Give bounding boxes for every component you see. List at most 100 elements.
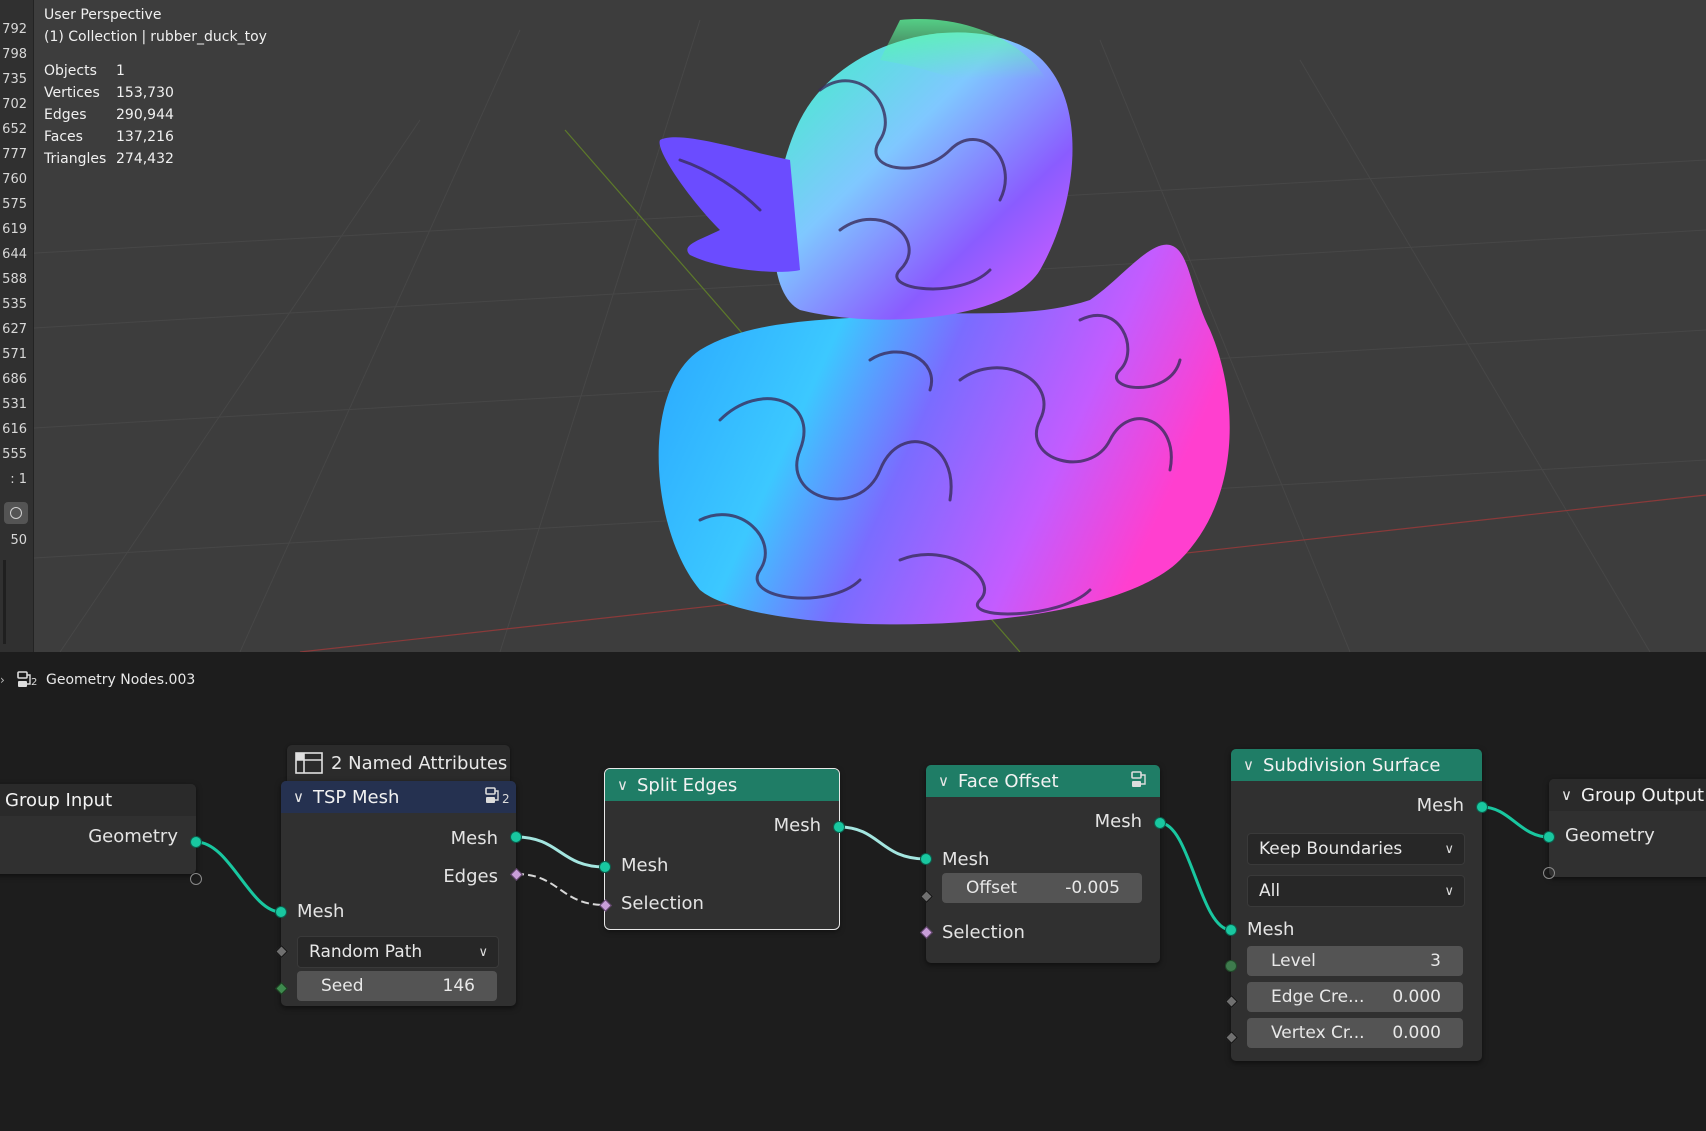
mesh-input-label: Mesh <box>297 901 345 922</box>
field-label: Vertex Cr... <box>1271 1023 1365 1043</box>
mesh-output-socket[interactable] <box>1154 817 1166 829</box>
edges-output-label: Edges <box>443 866 498 887</box>
link-offset-to-subdiv <box>1159 821 1232 932</box>
link-geometry-to-tsp <box>195 840 282 914</box>
stat-value: 153,730 <box>116 85 174 101</box>
mesh-output-socket[interactable] <box>833 821 845 833</box>
chevron-down-icon[interactable]: ∨ <box>293 788 313 806</box>
geometry-output-label: Geometry <box>88 826 178 847</box>
node-header[interactable]: ∨ Face Offset <box>926 765 1160 797</box>
group-output-node[interactable]: ∨ Group Output Geometry <box>1549 779 1706 877</box>
mesh-output-socket[interactable] <box>510 831 522 843</box>
node-editor[interactable]: › 2 Geometry Nodes.003 Group Input Geome… <box>0 652 1706 1131</box>
boundary-smooth-dropdown[interactable]: All ∨ <box>1247 875 1465 907</box>
stat-row: Objects 1 <box>44 60 174 82</box>
user-count-badge: 2 <box>502 792 510 806</box>
stat-value: 137,216 <box>116 129 174 145</box>
named-attributes-tab[interactable]: 2 Named Attributes <box>287 745 510 781</box>
link-subdiv-to-output <box>1481 805 1550 839</box>
dropdown-value: Keep Boundaries <box>1259 839 1403 859</box>
stat-row: Triangles 274,432 <box>44 148 174 170</box>
circle-toggle-button[interactable] <box>4 502 28 524</box>
stat-row: Faces 137,216 <box>44 126 174 148</box>
link-tsp-mesh-to-split <box>515 835 606 869</box>
empty-output-socket[interactable] <box>190 873 202 885</box>
offset-field[interactable]: Offset -0.005 <box>942 873 1142 903</box>
strip-number: 644 <box>2 247 27 262</box>
node-title: Group Output <box>1581 784 1705 806</box>
face-offset-node[interactable]: ∨ Face Offset Mesh Mesh Offset -0.005 Se… <box>926 765 1160 963</box>
collection-info: (1) Collection | rubber_duck_toy <box>44 26 267 48</box>
vertex-crease-field[interactable]: Vertex Cr... 0.000 <box>1247 1018 1463 1048</box>
stat-label: Triangles <box>44 151 107 167</box>
mesh-input-socket[interactable] <box>599 861 611 873</box>
node-header[interactable]: ∨ Subdivision Surface <box>1231 749 1482 781</box>
subdivision-surface-node[interactable]: ∨ Subdivision Surface Mesh Keep Boundari… <box>1231 749 1482 1061</box>
chevron-down-icon[interactable]: ∨ <box>1243 756 1263 774</box>
mesh-input-socket[interactable] <box>1225 924 1237 936</box>
chevron-down-icon[interactable]: ∨ <box>1561 786 1581 804</box>
empty-input-socket[interactable] <box>1543 867 1555 879</box>
uv-smooth-dropdown[interactable]: Keep Boundaries ∨ <box>1247 833 1465 865</box>
viewport-scene <box>0 19 1706 652</box>
node-header[interactable]: ∨ Split Edges <box>605 769 839 801</box>
strip-number: 735 <box>2 72 27 87</box>
mesh-input-label: Mesh <box>942 849 990 870</box>
edge-crease-field[interactable]: Edge Cre... 0.000 <box>1247 982 1463 1012</box>
stat-label: Objects <box>44 63 97 79</box>
level-input-socket[interactable] <box>1225 960 1237 972</box>
spreadsheet-icon <box>295 752 323 774</box>
stat-value: 290,944 <box>116 107 174 123</box>
strip-number: 535 <box>2 297 27 312</box>
geometry-output-socket[interactable] <box>190 836 202 848</box>
mesh-output-socket[interactable] <box>1476 801 1488 813</box>
link-split-to-offset <box>838 825 927 861</box>
geometry-input-socket[interactable] <box>1543 831 1555 843</box>
mesh-input-socket[interactable] <box>275 906 287 918</box>
path-mode-dropdown[interactable]: Random Path ∨ <box>297 936 499 968</box>
3d-viewport[interactable]: 792 798 735 702 652 777 760 575 619 644 … <box>0 0 1706 652</box>
mesh-output-label: Mesh <box>1094 811 1142 832</box>
scene-statistics: Objects 1 Vertices 153,730 Edges 290,944 Fa… <box>44 60 174 170</box>
duck-beak[interactable] <box>659 137 800 272</box>
split-edges-node[interactable]: ∨ Split Edges Mesh Mesh Selection <box>604 768 840 930</box>
strip-number: 760 <box>2 172 27 187</box>
chevron-down-icon[interactable]: ∨ <box>617 776 637 794</box>
mesh-input-label: Mesh <box>1247 919 1295 940</box>
strip-number: 571 <box>2 347 27 362</box>
strip-number: 575 <box>2 197 27 212</box>
field-label: Edge Cre... <box>1271 987 1365 1007</box>
node-group-icon[interactable]: 2 <box>484 787 510 807</box>
node-title: TSP Mesh <box>313 786 400 808</box>
node-group-icon[interactable] <box>1128 771 1150 791</box>
node-header[interactable]: ∨ Group Output <box>1549 779 1706 811</box>
strip-number: 777 <box>2 147 27 162</box>
strip-number: 531 <box>2 397 27 412</box>
stat-row: Vertices 153,730 <box>44 82 174 104</box>
selection-input-label: Selection <box>942 922 1025 943</box>
node-title: Split Edges <box>637 774 738 796</box>
view-name: User Perspective <box>44 7 162 23</box>
field-label: Offset <box>966 878 1018 898</box>
field-value: 3 <box>1430 951 1441 971</box>
field-value: 0.000 <box>1392 1023 1441 1043</box>
mesh-output-label: Mesh <box>773 815 821 836</box>
node-title[interactable]: Group Input <box>0 784 196 816</box>
strip-scrollbar[interactable] <box>3 560 6 644</box>
viewport-info: User Perspective (1) Collection | rubber… <box>44 4 267 48</box>
stat-label: Edges <box>44 107 87 123</box>
chevron-down-icon[interactable]: ∨ <box>938 772 958 790</box>
field-label: Seed <box>321 976 364 996</box>
group-input-node[interactable]: Group Input Geometry <box>0 784 196 874</box>
seed-field[interactable]: Seed 146 <box>297 971 497 1001</box>
node-title: Subdivision Surface <box>1263 754 1441 776</box>
strip-number: 555 <box>2 447 27 462</box>
field-value: 0.000 <box>1392 987 1441 1007</box>
level-field[interactable]: Level 3 <box>1247 946 1463 976</box>
strip-number: : 1 <box>10 472 27 487</box>
separator: | <box>141 29 147 45</box>
mesh-input-socket[interactable] <box>920 853 932 865</box>
node-header[interactable]: ∨ TSP Mesh 2 <box>281 781 516 813</box>
selection-input-label: Selection <box>621 893 704 914</box>
tsp-mesh-node[interactable]: ∨ TSP Mesh 2 Mesh Edges Mesh Random Path… <box>281 781 516 1006</box>
